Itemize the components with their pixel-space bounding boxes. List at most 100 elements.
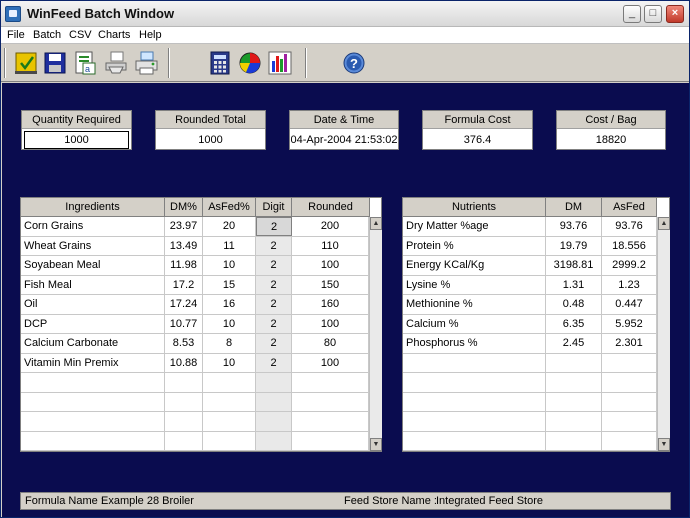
dm-percent-cell: 10.88 <box>165 353 203 372</box>
nutrients-grid[interactable]: Nutrients DM AsFed Dry Matter %age 93.76 9… <box>402 197 670 452</box>
digit-cell[interactable] <box>256 392 292 411</box>
title-bar[interactable]: WinFeed Batch Window _ □ × <box>1 1 689 27</box>
table-row[interactable]: Calcium % 6.35 5.952 <box>403 314 657 334</box>
pie-chart-icon[interactable] <box>236 49 264 77</box>
menu-charts[interactable]: Charts <box>98 29 130 41</box>
save-check-icon[interactable] <box>12 49 40 77</box>
status-bar: Formula Name : Example 28 Broiler Feed S… <box>20 492 671 510</box>
column-header[interactable]: Digit <box>256 198 292 217</box>
table-row[interactable]: Phosphorus % 2.45 2.301 <box>403 334 657 354</box>
table-row[interactable] <box>21 431 369 451</box>
table-row[interactable] <box>21 373 369 393</box>
table-row[interactable]: Corn Grains 23.97 20 2 200 <box>21 217 369 237</box>
asfed-percent-cell: 20 <box>203 217 256 236</box>
column-header[interactable]: Rounded <box>292 198 370 217</box>
ingredients-scrollbar[interactable]: ▲ ▼ <box>369 217 382 451</box>
table-row[interactable] <box>21 392 369 412</box>
print-preview-icon[interactable] <box>102 49 130 77</box>
close-button[interactable]: × <box>666 5 684 23</box>
table-row[interactable]: Vitamin Min Premix 10.88 10 2 100 <box>21 353 369 373</box>
asfed-value-cell <box>602 412 657 431</box>
table-row[interactable]: DCP 10.77 10 2 100 <box>21 314 369 334</box>
digit-cell[interactable]: 2 <box>256 217 292 236</box>
maximize-button[interactable]: □ <box>644 5 662 23</box>
digit-cell[interactable]: 2 <box>256 236 292 255</box>
menu-csv[interactable]: CSV <box>69 29 92 41</box>
quantity-required-input[interactable]: 1000 <box>24 131 129 149</box>
table-row[interactable]: Protein % 19.79 18.556 <box>403 236 657 256</box>
asfed-value-cell: 18.556 <box>602 236 657 255</box>
dm-percent-cell <box>165 392 203 411</box>
dm-percent-cell: 17.2 <box>165 275 203 294</box>
menu-file[interactable]: File <box>7 29 25 41</box>
table-row[interactable] <box>403 412 657 432</box>
rounded-cell: 100 <box>292 314 369 333</box>
toolbar-separator <box>168 48 170 78</box>
nutrient-name-cell: Lysine % <box>403 275 546 294</box>
calculator-icon[interactable] <box>206 49 234 77</box>
ingredient-name-cell: DCP <box>21 314 165 333</box>
dm-percent-cell: 11.98 <box>165 256 203 275</box>
digit-cell[interactable]: 2 <box>256 275 292 294</box>
table-row[interactable] <box>403 373 657 393</box>
nutrient-name-cell <box>403 373 546 392</box>
rounded-cell: 150 <box>292 275 369 294</box>
print-icon[interactable] <box>132 49 160 77</box>
help-icon[interactable]: ? <box>340 49 368 77</box>
table-row[interactable] <box>403 392 657 412</box>
dm-percent-cell: 10.77 <box>165 314 203 333</box>
digit-cell[interactable]: 2 <box>256 334 292 353</box>
digit-cell[interactable]: 2 <box>256 353 292 372</box>
scroll-down-icon[interactable]: ▼ <box>658 438 670 451</box>
dm-value-cell: 0.48 <box>546 295 602 314</box>
save-disk-icon[interactable] <box>41 49 69 77</box>
table-row[interactable] <box>21 412 369 432</box>
digit-cell[interactable]: 2 <box>256 314 292 333</box>
table-row[interactable] <box>403 353 657 373</box>
table-row[interactable]: Energy KCal/Kg 3198.81 2999.2 <box>403 256 657 276</box>
ingredient-name-cell: Corn Grains <box>21 217 165 236</box>
nutrients-scrollbar[interactable]: ▲ ▼ <box>657 217 670 451</box>
formula-cost-label: Formula Cost <box>423 111 532 129</box>
digit-cell[interactable] <box>256 373 292 392</box>
export-excel-icon[interactable]: a <box>71 49 99 77</box>
asfed-percent-cell: 10 <box>203 353 256 372</box>
asfed-percent-cell <box>203 392 256 411</box>
table-row[interactable]: Calcium Carbonate 8.53 8 2 80 <box>21 334 369 354</box>
table-row[interactable]: Fish Meal 17.2 15 2 150 <box>21 275 369 295</box>
bar-chart-icon[interactable] <box>266 49 294 77</box>
table-row[interactable]: Oil 17.24 16 2 160 <box>21 295 369 315</box>
column-header[interactable]: AsFed <box>602 198 657 217</box>
minimize-button[interactable]: _ <box>623 5 641 23</box>
cost-per-bag-value: 18820 <box>595 134 627 146</box>
digit-cell[interactable]: 2 <box>256 256 292 275</box>
table-row[interactable]: Wheat Grains 13.49 11 2 110 <box>21 236 369 256</box>
table-row[interactable]: Lysine % 1.31 1.23 <box>403 275 657 295</box>
column-header[interactable]: DM% <box>165 198 203 217</box>
scroll-up-icon[interactable]: ▲ <box>658 217 670 230</box>
scroll-up-icon[interactable]: ▲ <box>370 217 382 230</box>
digit-cell[interactable]: 2 <box>256 295 292 314</box>
digit-cell[interactable] <box>256 431 292 450</box>
table-row[interactable]: Soyabean Meal 11.98 10 2 100 <box>21 256 369 276</box>
menu-batch[interactable]: Batch <box>33 29 61 41</box>
column-header[interactable]: AsFed% <box>203 198 256 217</box>
column-header[interactable]: Nutrients <box>403 198 546 217</box>
ingredients-grid[interactable]: Ingredients DM% AsFed% Digit Rounded Cor… <box>20 197 382 452</box>
table-row[interactable] <box>403 431 657 451</box>
date-time-label: Date & Time <box>290 111 398 129</box>
table-row[interactable]: Methionine % 0.48 0.447 <box>403 295 657 315</box>
menu-help[interactable]: Help <box>139 29 162 41</box>
app-icon <box>5 6 21 22</box>
asfed-value-cell: 93.76 <box>602 217 657 236</box>
dm-percent-cell <box>165 412 203 431</box>
table-row[interactable]: Dry Matter %age 93.76 93.76 <box>403 217 657 237</box>
column-header[interactable]: Ingredients <box>21 198 165 217</box>
digit-cell[interactable] <box>256 412 292 431</box>
dm-value-cell: 1.31 <box>546 275 602 294</box>
rounded-total-value: 1000 <box>198 134 223 146</box>
rounded-cell: 100 <box>292 353 369 372</box>
scroll-down-icon[interactable]: ▼ <box>370 438 382 451</box>
feed-store-label: Feed Store Name : <box>344 495 437 507</box>
column-header[interactable]: DM <box>546 198 602 217</box>
